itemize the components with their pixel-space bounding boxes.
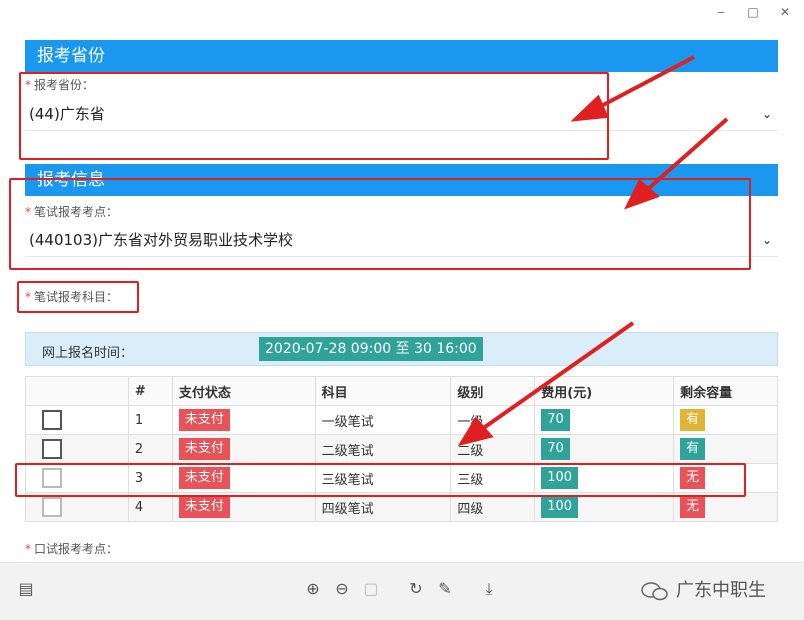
capacity-badge: 无 — [680, 496, 706, 518]
oral-exam-label: * 口试报考考点： — [25, 540, 118, 557]
subject-cell: 二级笔试 — [314, 434, 452, 464]
capacity-badge: 有 — [680, 438, 706, 460]
fee-badge: 100 — [541, 496, 579, 518]
column-header-level: 级别 — [450, 376, 536, 406]
row-checkbox[interactable] — [42, 497, 62, 517]
column-header-capacity: 剩余容量 — [673, 376, 778, 406]
capacity-badge: 有 — [680, 409, 706, 431]
subject-cell: 一级笔试 — [314, 405, 452, 435]
table-row: 1 未支付 一级笔试 一级 70 有 — [25, 405, 778, 435]
pay-status-badge: 未支付 — [178, 496, 230, 518]
fee-badge: 70 — [541, 438, 570, 460]
registration-time-notice: 网上报名时间： 2020-07-28 09:00 至 30 16:00 — [25, 332, 778, 366]
layout-icon[interactable]: ▤ — [15, 578, 37, 600]
pay-status-badge: 未支付 — [178, 438, 230, 460]
watermark-text: 广东中职生 — [676, 580, 766, 601]
section-header-province: 报考省份 — [25, 40, 778, 72]
edit-icon[interactable]: ✎ — [434, 578, 456, 600]
registration-time-label: 网上报名时间： — [42, 346, 134, 361]
level-cell: 一级 — [450, 405, 536, 435]
row-checkbox[interactable] — [42, 439, 62, 459]
registration-time-value: 2020-07-28 09:00 至 30 16:00 — [259, 337, 483, 361]
row-number: 2 — [127, 434, 173, 464]
annotation-box-subjects — [17, 281, 139, 313]
row-number: 1 — [127, 405, 173, 435]
subjects-table: # 支付状态 科目 级别 费用(元) 剩余容量 1 未支付 一级笔试 一级 70… — [25, 376, 778, 522]
required-mark: * — [25, 542, 31, 556]
close-button[interactable]: ✕ — [776, 4, 794, 20]
annotation-box-province — [19, 72, 609, 160]
column-header-pay-status: 支付状态 — [171, 376, 316, 406]
fee-badge: 70 — [541, 409, 570, 431]
column-header-fee: 费用(元) — [534, 376, 675, 406]
minimize-button[interactable]: ‒ — [712, 4, 730, 20]
annotation-box-row-3 — [15, 463, 746, 497]
download-icon[interactable]: ⤓ — [478, 578, 500, 600]
zoom-in-icon[interactable]: ⊕ — [302, 578, 324, 600]
level-cell: 二级 — [450, 434, 536, 464]
pay-status-badge: 未支付 — [178, 409, 230, 431]
column-header-subject: 科目 — [314, 376, 452, 406]
rotate-icon[interactable]: ↻ — [405, 578, 427, 600]
chevron-down-icon[interactable]: ⌄ — [762, 97, 772, 131]
zoom-out-icon[interactable]: ⊖ — [331, 578, 353, 600]
actual-size-icon[interactable]: ▢ — [360, 578, 382, 600]
maximize-button[interactable]: □ — [744, 4, 762, 20]
chevron-down-icon[interactable]: ⌄ — [762, 223, 772, 257]
column-header-number: # — [127, 376, 173, 406]
table-header-row: # 支付状态 科目 级别 费用(元) 剩余容量 — [25, 376, 778, 406]
annotation-box-exam-site — [9, 178, 751, 270]
oral-exam-label-text: 口试报考考点： — [34, 542, 119, 556]
wechat-logo-icon — [641, 582, 668, 601]
table-row: 2 未支付 二级笔试 二级 70 有 — [25, 434, 778, 464]
column-header-select — [25, 376, 129, 406]
viewer-toolbar: ▤ ⊕ ⊖ ▢ ↻ ✎ ⤓ 广东中职生 — [0, 562, 804, 620]
row-checkbox[interactable] — [42, 410, 62, 430]
window-titlebar: ‒ □ ✕ — [0, 0, 804, 26]
